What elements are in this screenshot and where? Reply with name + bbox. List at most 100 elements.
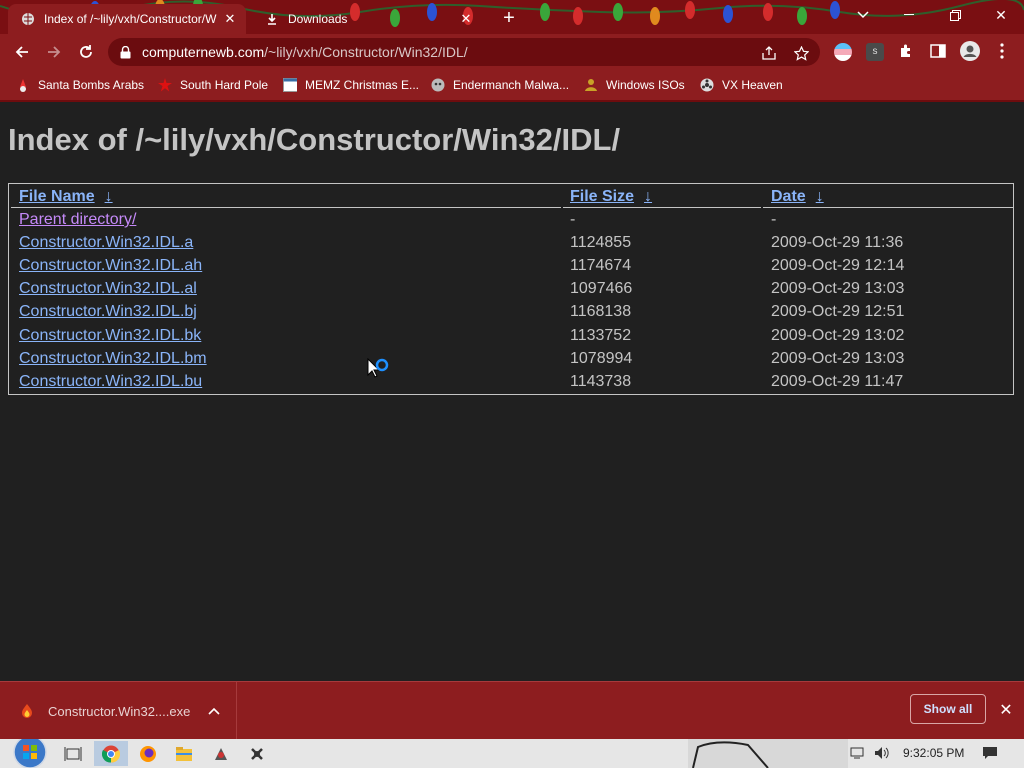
- url-host: computernewb.com: [142, 44, 265, 60]
- file-size-cell: -: [570, 211, 576, 228]
- file-size-cell: 1124855: [570, 234, 632, 251]
- globe-favicon-icon: [20, 11, 36, 27]
- desktop-wallpaper-strip: [688, 739, 848, 768]
- buddha-favicon-icon: [584, 78, 598, 92]
- parent-directory-link[interactable]: Parent directory/: [19, 211, 136, 228]
- extension-s-icon[interactable]: s: [866, 43, 884, 61]
- extension-flag-icon[interactable]: [834, 43, 852, 61]
- file-link[interactable]: Constructor.Win32.IDL.bk: [19, 327, 201, 344]
- file-listing-table: File Name ↓ File Size ↓ Date ↓ Parent direc…: [8, 183, 1014, 395]
- clock[interactable]: 9:32:05 PM: [903, 743, 964, 763]
- task-view-icon[interactable]: [56, 741, 90, 766]
- date-cell: 2009-Oct-29 12:51: [771, 303, 905, 320]
- bookmark-vx-heaven[interactable]: VX Heaven: [700, 76, 783, 94]
- biohazard-favicon-icon: [700, 78, 714, 92]
- sort-arrow-icon[interactable]: ↓: [816, 188, 824, 205]
- profile-avatar-icon[interactable]: [960, 41, 980, 61]
- file-link[interactable]: Constructor.Win32.IDL.bu: [19, 373, 202, 390]
- close-window-button[interactable]: ✕: [978, 0, 1024, 30]
- more-menu-icon[interactable]: [993, 42, 1011, 60]
- bookmark-label: South Hard Pole: [180, 78, 269, 92]
- chevron-up-icon[interactable]: [204, 707, 224, 715]
- reload-button[interactable]: [74, 40, 98, 64]
- file-link[interactable]: Constructor.Win32.IDL.bm: [19, 350, 207, 367]
- forward-button[interactable]: [42, 40, 66, 64]
- download-file-name: Constructor.Win32....exe: [48, 703, 191, 719]
- lock-icon[interactable]: [120, 45, 134, 59]
- file-size-cell: 1143738: [570, 373, 632, 390]
- file-size-cell: 1078994: [570, 350, 633, 367]
- date-cell: 2009-Oct-29 13:02: [771, 327, 905, 344]
- sort-arrow-icon[interactable]: ↓: [105, 188, 113, 205]
- tab-title: Index of /~lily/vxh/Constructor/W: [44, 12, 217, 26]
- column-header-file-size[interactable]: File Size ↓: [570, 188, 652, 208]
- close-tab-icon[interactable]: ✕: [222, 11, 238, 27]
- parent-directory-row: Parent directory/ - -: [9, 211, 1015, 234]
- table-row: Constructor.Win32.IDL.bk 1133752 2009-Oc…: [9, 327, 1015, 350]
- sort-arrow-icon[interactable]: ↓: [644, 188, 652, 205]
- tab-downloads[interactable]: Downloads ✕: [252, 4, 482, 34]
- sort-by-date-link[interactable]: Date: [771, 188, 806, 205]
- tab-strip: Index of /~lily/vxh/Constructor/W ✕ Down…: [0, 0, 1024, 34]
- column-header-date[interactable]: Date ↓: [771, 188, 824, 208]
- file-link[interactable]: Constructor.Win32.IDL.bj: [19, 303, 197, 320]
- bookmark-star-icon[interactable]: [792, 44, 810, 62]
- show-all-button[interactable]: Show all: [910, 694, 986, 724]
- close-tab-icon[interactable]: ✕: [458, 11, 474, 27]
- network-icon[interactable]: [850, 743, 866, 763]
- tab-index-of-idl[interactable]: Index of /~lily/vxh/Constructor/W ✕: [8, 4, 246, 34]
- restore-button[interactable]: [932, 0, 978, 30]
- page-content: Index of /~lily/vxh/Constructor/Win32/ID…: [0, 102, 1024, 681]
- app-taskbar-icon[interactable]: [204, 741, 238, 766]
- bookmark-label: Endermanch Malwa...: [453, 78, 570, 92]
- file-size-cell: 1133752: [570, 327, 632, 344]
- date-cell: 2009-Oct-29 11:47: [771, 373, 904, 390]
- file-explorer-taskbar-icon[interactable]: [167, 741, 201, 766]
- sort-by-size-link[interactable]: File Size: [570, 188, 634, 205]
- address-bar[interactable]: computernewb.com/~lily/vxh/Constructor/W…: [108, 38, 820, 66]
- bookmark-label: Windows ISOs: [606, 78, 685, 92]
- file-link[interactable]: Constructor.Win32.IDL.al: [19, 280, 197, 297]
- start-button[interactable]: [10, 739, 50, 768]
- bookmark-santa-bombs-arabs[interactable]: Santa Bombs Arabs: [16, 76, 144, 94]
- bookmark-label: VX Heaven: [722, 78, 783, 92]
- page-title: Index of /~lily/vxh/Constructor/Win32/ID…: [8, 122, 621, 157]
- action-center-icon[interactable]: [982, 743, 998, 763]
- header-divider: [11, 207, 561, 208]
- column-header-file-name[interactable]: File Name ↓: [19, 188, 113, 208]
- app-taskbar-icon[interactable]: [240, 741, 274, 766]
- date-cell: 2009-Oct-29 11:36: [771, 234, 904, 251]
- side-panel-icon[interactable]: [929, 42, 947, 60]
- back-button[interactable]: [10, 40, 34, 64]
- chrome-taskbar-icon[interactable]: [94, 741, 128, 766]
- bookmark-memz-christmas[interactable]: MEMZ Christmas E...: [283, 76, 419, 94]
- date-cell: 2009-Oct-29 12:14: [771, 257, 905, 274]
- extensions-puzzle-icon[interactable]: [897, 42, 915, 60]
- table-row: Constructor.Win32.IDL.al 1097466 2009-Oc…: [9, 280, 1015, 303]
- table-row: Constructor.Win32.IDL.bm 1078994 2009-Oc…: [9, 350, 1015, 373]
- file-size-cell: 1174674: [570, 257, 632, 274]
- bookmark-south-hard-pole[interactable]: South Hard Pole: [158, 76, 268, 94]
- minimize-button[interactable]: [886, 0, 932, 30]
- header-divider: [563, 207, 761, 208]
- table-row: Constructor.Win32.IDL.bu 1143738 2009-Oc…: [9, 373, 1015, 396]
- date-cell: -: [771, 211, 777, 228]
- firefox-taskbar-icon[interactable]: [131, 741, 165, 766]
- bookmark-windows-isos[interactable]: Windows ISOs: [584, 76, 685, 94]
- busy-cursor-icon: [367, 358, 389, 378]
- tab-search-chevron-icon[interactable]: [840, 0, 886, 30]
- file-link[interactable]: Constructor.Win32.IDL.ah: [19, 257, 202, 274]
- close-download-shelf-icon[interactable]: ✕: [996, 700, 1016, 720]
- bookmark-endermanch-malware[interactable]: Endermanch Malwa...: [431, 76, 569, 94]
- url-path: /~lily/vxh/Constructor/Win32/IDL/: [264, 44, 468, 60]
- new-tab-button[interactable]: +: [498, 8, 520, 30]
- sort-by-name-link[interactable]: File Name: [19, 188, 95, 205]
- share-icon[interactable]: [760, 44, 778, 62]
- download-icon: [264, 11, 280, 27]
- file-link[interactable]: Constructor.Win32.IDL.a: [19, 234, 193, 251]
- header-divider: [763, 207, 1013, 208]
- download-item[interactable]: Constructor.Win32....exe: [0, 682, 237, 740]
- volume-icon[interactable]: [874, 743, 890, 763]
- endermanch-favicon-icon: [431, 78, 445, 92]
- bookmark-label: MEMZ Christmas E...: [305, 78, 420, 92]
